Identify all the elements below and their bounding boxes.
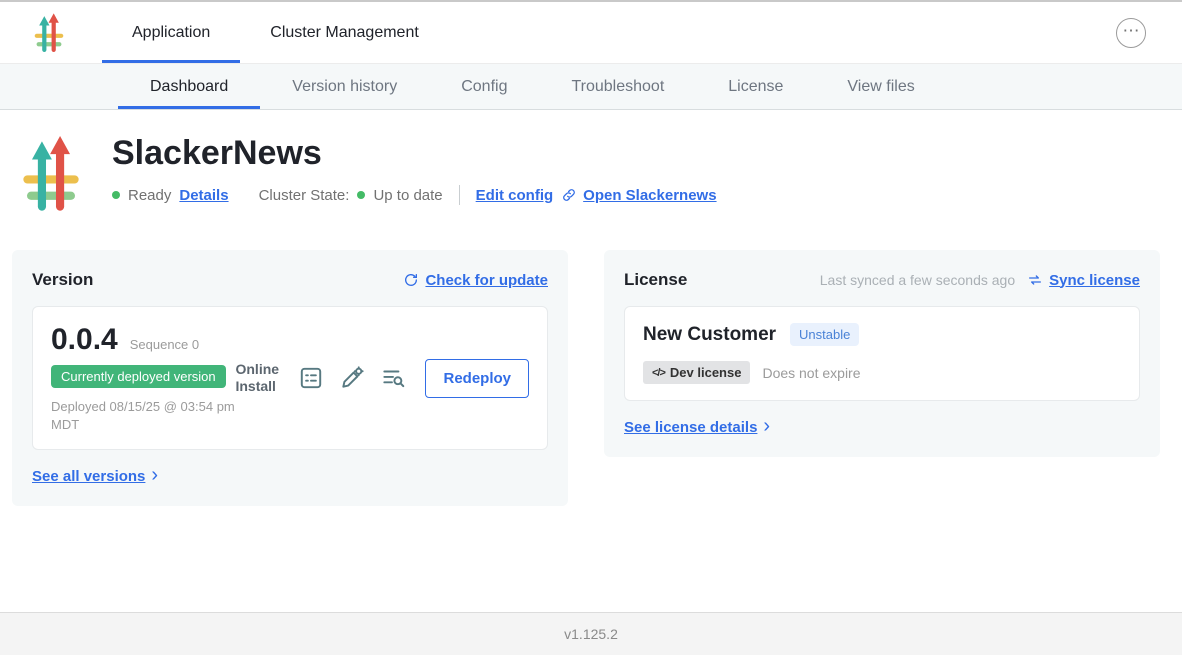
subnav-item-dashboard[interactable]: Dashboard xyxy=(118,64,260,109)
customer-name: New Customer xyxy=(643,324,776,346)
version-number: 0.0.4 xyxy=(51,323,118,357)
version-card: Version Check for update 0.0.4 Sequence xyxy=(12,250,568,506)
last-synced-text: Last synced a few seconds ago xyxy=(820,272,1015,288)
install-type-label: Online Install xyxy=(235,361,283,396)
edit-config-icon[interactable] xyxy=(339,365,365,391)
version-card-title: Version xyxy=(32,270,93,290)
subnav-troubleshoot-label: Troubleshoot xyxy=(571,78,664,96)
license-customer-row: New Customer Unstable xyxy=(643,323,1121,346)
check-for-update-link[interactable]: Check for update xyxy=(403,272,548,289)
details-link[interactable]: Details xyxy=(179,187,228,204)
app-icon xyxy=(22,134,80,214)
cluster-state-value: Up to date xyxy=(373,187,442,204)
license-type-label: Dev license xyxy=(670,365,742,380)
version-info: 0.0.4 Sequence 0 Currently deployed vers… xyxy=(51,323,235,433)
subnav-view-files-label: View files xyxy=(847,78,914,96)
version-card-header: Version Check for update xyxy=(32,270,548,290)
subnav-item-version-history[interactable]: Version history xyxy=(260,64,429,109)
console-version-text: v1.125.2 xyxy=(564,626,618,642)
vertical-divider xyxy=(459,185,460,205)
subnav-item-troubleshoot[interactable]: Troubleshoot xyxy=(539,64,696,109)
cluster-state-label: Cluster State: xyxy=(259,187,350,204)
top-tabs: Application Cluster Management xyxy=(102,2,449,63)
top-navbar: Application Cluster Management ⋯ xyxy=(0,2,1182,64)
dashboard-cards: Version Check for update 0.0.4 Sequence xyxy=(0,214,1182,506)
chevron-right-icon: › xyxy=(151,465,158,485)
redeploy-button[interactable]: Redeploy xyxy=(425,359,529,398)
license-card-header: License Last synced a few seconds ago Sy… xyxy=(624,270,1140,290)
subnav-version-history-label: Version history xyxy=(292,78,397,96)
more-menu-button[interactable]: ⋯ xyxy=(1116,18,1146,48)
page-title: SlackerNews xyxy=(112,134,717,173)
sync-icon xyxy=(1027,272,1043,288)
see-all-versions-label: See all versions xyxy=(32,468,145,485)
channel-badge: Unstable xyxy=(790,323,859,346)
sync-license-link[interactable]: Sync license xyxy=(1027,272,1140,289)
current-version-panel: 0.0.4 Sequence 0 Currently deployed vers… xyxy=(32,306,548,450)
app-logo-icon[interactable] xyxy=(34,12,64,54)
license-card: License Last synced a few seconds ago Sy… xyxy=(604,250,1160,457)
subnav-item-view-files[interactable]: View files xyxy=(815,64,946,109)
version-actions: Online Install xyxy=(235,359,529,398)
edit-config-link[interactable]: Edit config xyxy=(476,187,554,204)
license-panel: New Customer Unstable </> Dev license Do… xyxy=(624,306,1140,401)
subnav-item-license[interactable]: License xyxy=(696,64,815,109)
open-app-link[interactable]: Open Slackernews xyxy=(561,187,716,204)
sequence-label: Sequence 0 xyxy=(130,337,199,352)
page: Application Cluster Management ⋯ Dashboa… xyxy=(0,0,1182,655)
app-header-text: SlackerNews Ready Details Cluster State:… xyxy=(112,132,717,205)
app-status-dot xyxy=(112,191,120,199)
subnav-item-config[interactable]: Config xyxy=(429,64,539,109)
version-line: 0.0.4 Sequence 0 xyxy=(51,323,235,357)
license-type-row: </> Dev license Does not expire xyxy=(643,361,1121,384)
ellipsis-icon: ⋯ xyxy=(1123,22,1140,39)
app-header: SlackerNews Ready Details Cluster State:… xyxy=(0,110,1182,214)
sync-license-label: Sync license xyxy=(1049,272,1140,289)
main-content: SlackerNews Ready Details Cluster State:… xyxy=(0,110,1182,612)
release-notes-icon[interactable] xyxy=(298,365,324,391)
refresh-icon xyxy=(403,272,419,288)
cluster-state-dot xyxy=(357,191,365,199)
check-for-update-label: Check for update xyxy=(425,272,548,289)
license-card-title: License xyxy=(624,270,687,290)
deployed-badge: Currently deployed version xyxy=(51,365,226,388)
deploy-logs-icon[interactable] xyxy=(380,365,406,391)
see-license-details-label: See license details xyxy=(624,419,757,436)
subnav-config-label: Config xyxy=(461,78,507,96)
tab-cluster-management[interactable]: Cluster Management xyxy=(240,2,449,63)
subnav-license-label: License xyxy=(728,78,783,96)
tab-application[interactable]: Application xyxy=(102,2,240,63)
see-all-versions-link[interactable]: See all versions › xyxy=(32,466,158,486)
sub-navbar: Dashboard Version history Config Trouble… xyxy=(0,64,1182,110)
open-app-label: Open Slackernews xyxy=(583,187,716,204)
app-status-text: Ready xyxy=(128,187,171,204)
app-status-row: Ready Details Cluster State: Up to date … xyxy=(112,185,717,205)
deployed-timestamp: Deployed 08/15/25 @ 03:54 pm MDT xyxy=(51,398,235,433)
license-expiry-text: Does not expire xyxy=(762,365,860,381)
chevron-right-icon: › xyxy=(763,416,770,436)
license-type-badge: </> Dev license xyxy=(643,361,750,384)
external-link-icon xyxy=(561,187,577,203)
tab-cluster-management-label: Cluster Management xyxy=(270,24,419,42)
tab-application-label: Application xyxy=(132,24,210,42)
subnav-dashboard-label: Dashboard xyxy=(150,78,228,96)
footer: v1.125.2 xyxy=(0,612,1182,655)
code-icon: </> xyxy=(652,367,665,379)
license-header-right: Last synced a few seconds ago Sync licen… xyxy=(820,272,1140,289)
see-license-details-link[interactable]: See license details › xyxy=(624,417,770,437)
